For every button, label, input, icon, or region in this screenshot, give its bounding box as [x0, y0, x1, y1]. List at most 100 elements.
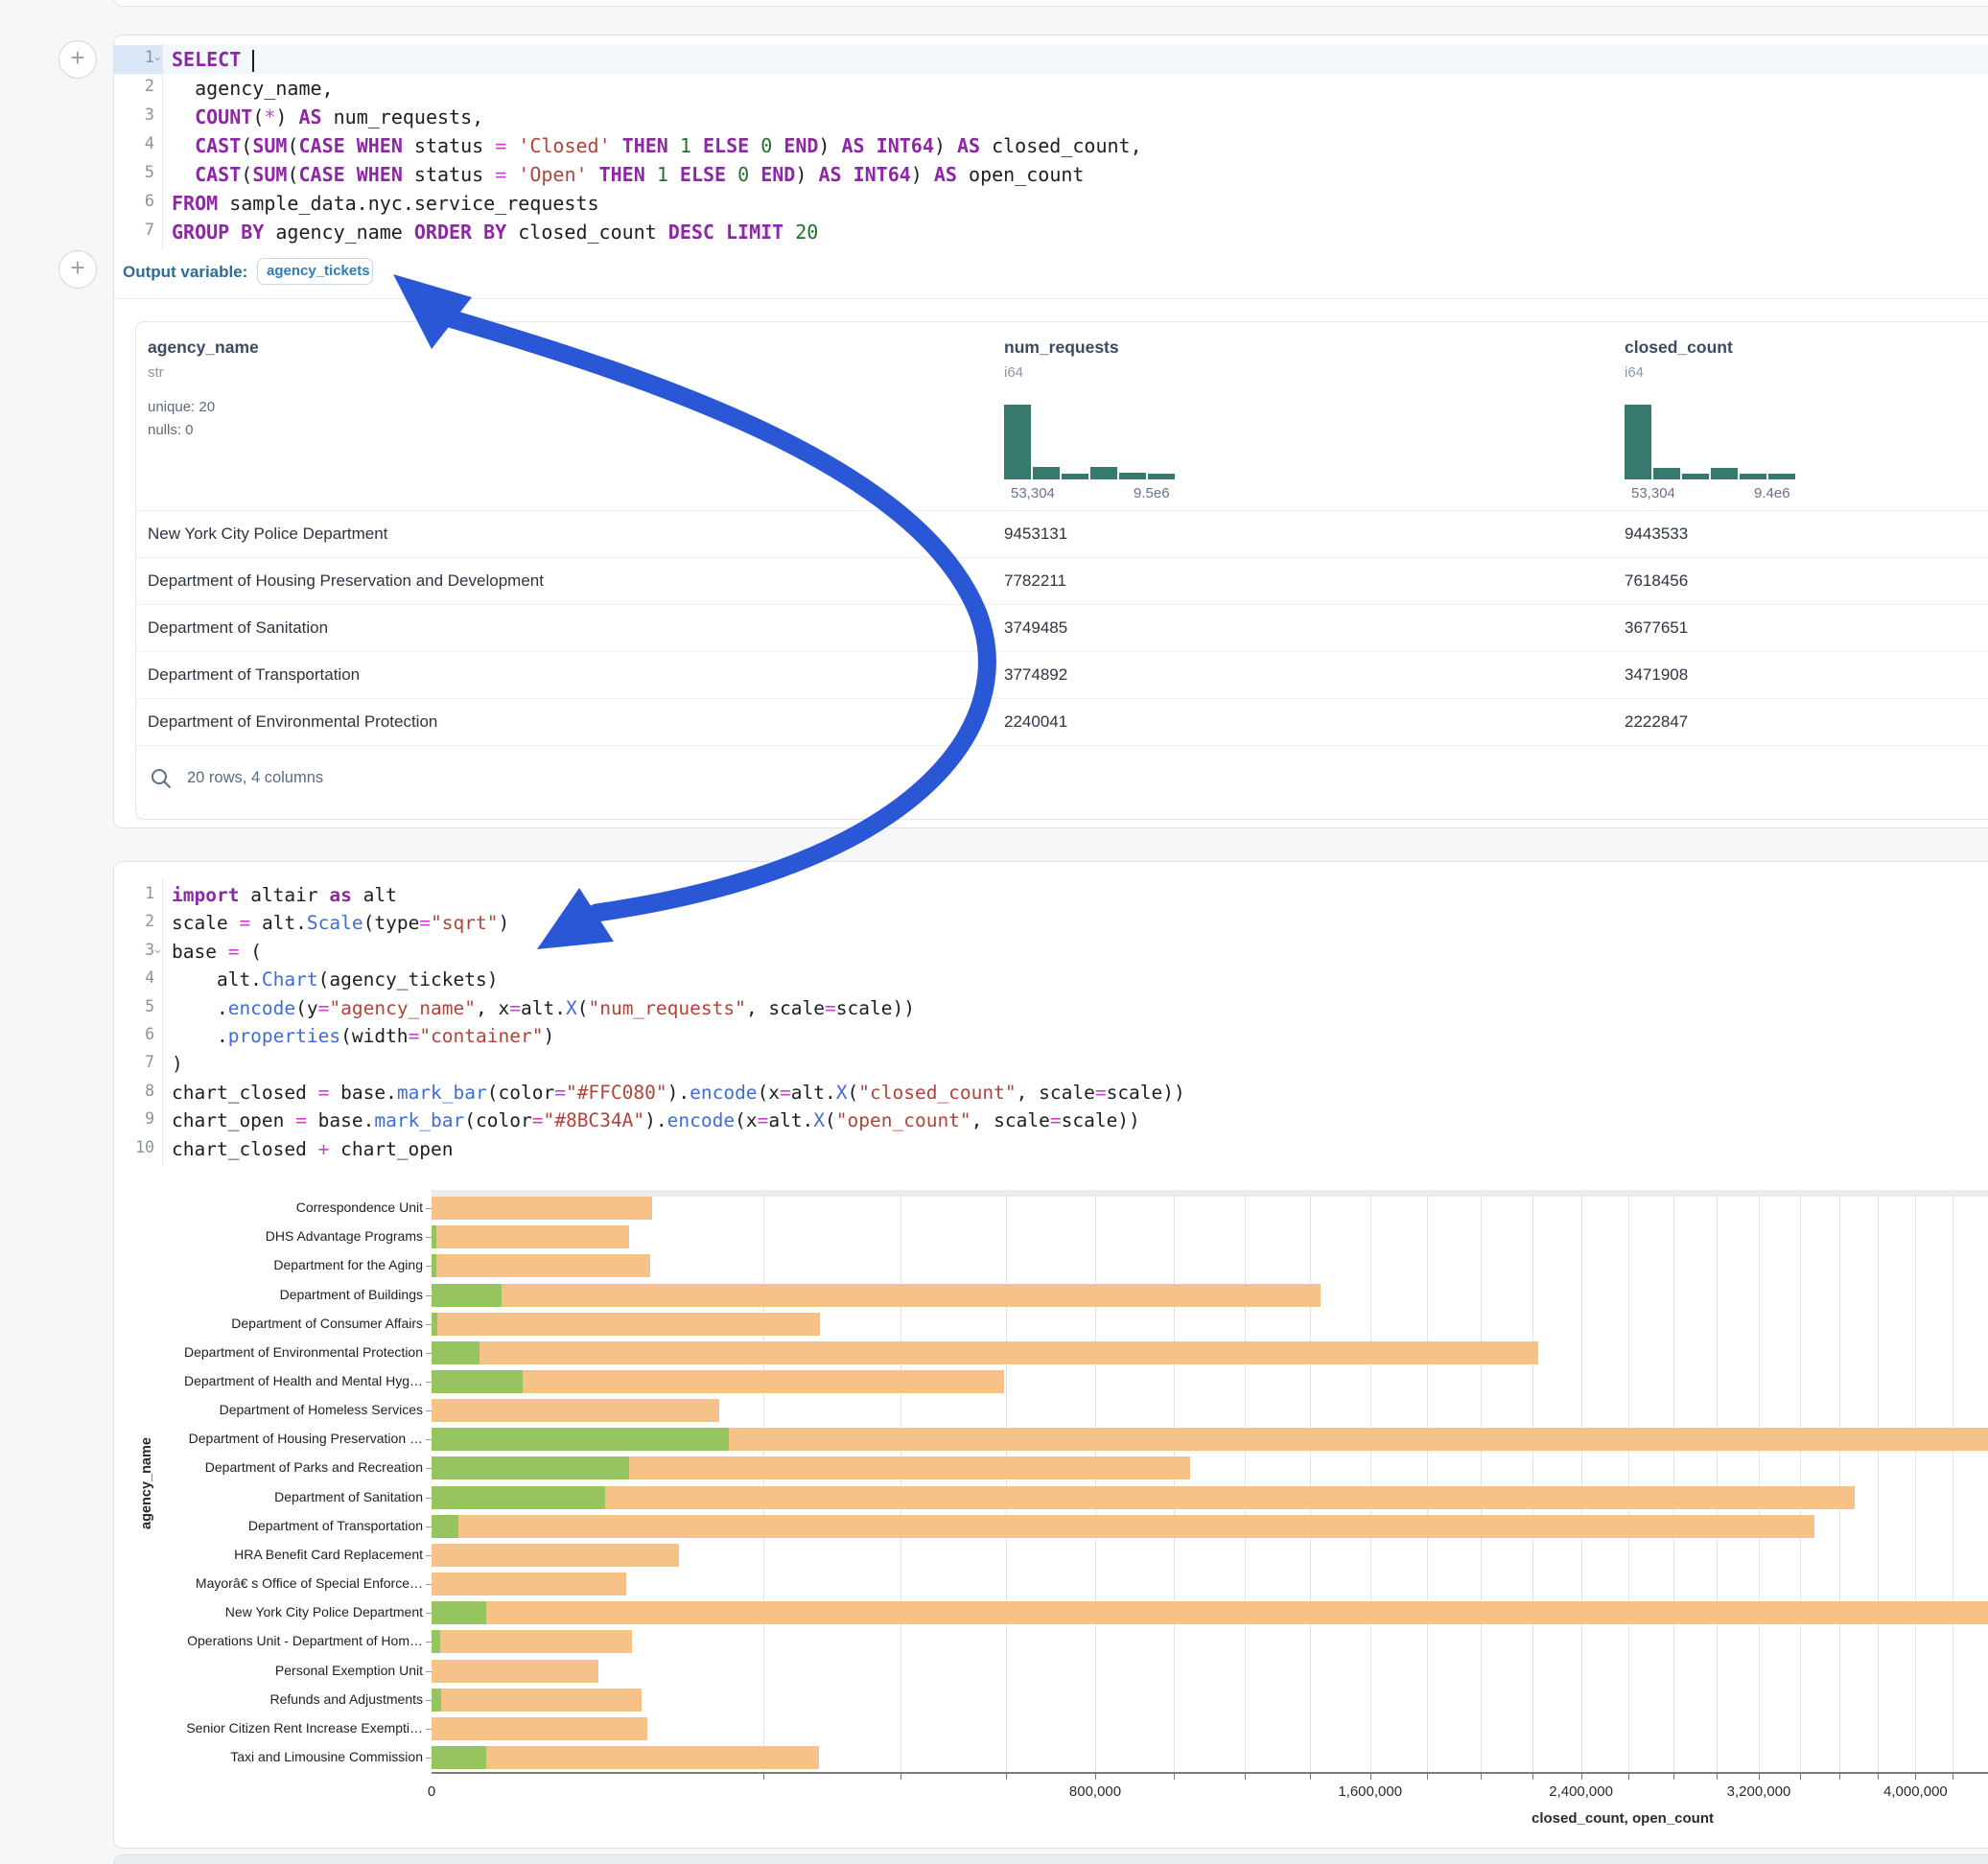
- table-row-count[interactable]: 20 rows, 4 columns: [187, 769, 323, 787]
- bar-closed-count: [432, 1717, 647, 1740]
- code-line[interactable]: FROM sample_data.nyc.service_requests: [172, 189, 599, 218]
- table-cell: Department of Sanitation: [148, 618, 328, 638]
- code-line[interactable]: .encode(y="agency_name", x=alt.X("num_re…: [172, 994, 915, 1022]
- bar-open-count: [432, 1284, 502, 1307]
- bar-closed-count: [432, 1313, 820, 1336]
- histogram-max-label-num: 9.5e6: [1134, 485, 1170, 501]
- code-line[interactable]: chart_open = base.mark_bar(color="#8BC34…: [172, 1107, 1140, 1134]
- gridline: [1310, 1194, 1311, 1772]
- line-number: 1: [120, 48, 154, 67]
- histogram-bar: [1062, 474, 1088, 479]
- bar-closed-count: [432, 1601, 1988, 1624]
- y-axis-label: Department of Buildings: [106, 1287, 423, 1302]
- x-axis-tick: [1839, 1774, 1840, 1780]
- output-variable-pill[interactable]: agency_tickets: [257, 258, 373, 285]
- y-axis-label: Department of Consumer Affairs: [106, 1316, 423, 1331]
- y-axis-title: agency_name: [139, 1437, 154, 1529]
- code-line[interactable]: COUNT(*) AS num_requests,: [172, 103, 483, 131]
- add-cell-button-output[interactable]: +: [58, 250, 97, 289]
- row-separator: [136, 510, 1988, 511]
- y-axis-label: HRA Benefit Card Replacement: [106, 1547, 423, 1562]
- histogram-bar: [1768, 474, 1795, 479]
- code-line[interactable]: CAST(SUM(CASE WHEN status = 'Closed' THE…: [172, 131, 1142, 160]
- bar-open-count: [432, 1341, 479, 1364]
- collapse-chevron-icon[interactable]: ⌄: [152, 49, 163, 64]
- x-axis-tick: [1915, 1774, 1916, 1780]
- bar-closed-count: [432, 1515, 1814, 1538]
- code-line[interactable]: base = (: [172, 938, 262, 966]
- gridline: [1915, 1194, 1916, 1772]
- bar-open-count: [432, 1486, 605, 1509]
- code-line[interactable]: CAST(SUM(CASE WHEN status = 'Open' THEN …: [172, 160, 1084, 189]
- table-cell: Department of Housing Preservation and D…: [148, 571, 544, 591]
- gridline: [1174, 1194, 1175, 1772]
- x-axis-tick: [1481, 1774, 1482, 1780]
- histogram-bar: [1740, 474, 1766, 479]
- gridline: [1673, 1194, 1674, 1772]
- bar-closed-count: [432, 1573, 626, 1596]
- line-number: 2: [120, 77, 154, 96]
- row-separator: [136, 745, 1988, 746]
- code-line[interactable]: alt.Chart(agency_tickets): [172, 966, 498, 993]
- gutter-separator-py: [162, 877, 163, 1165]
- gridline: [1245, 1194, 1246, 1772]
- histogram-bar: [1682, 474, 1709, 479]
- bar-open-count: [432, 1370, 523, 1393]
- add-cell-button-top[interactable]: +: [58, 40, 97, 79]
- code-line[interactable]: ): [172, 1050, 183, 1078]
- x-axis-line: [432, 1772, 1988, 1774]
- table-cell: Department of Environmental Protection: [148, 712, 437, 732]
- x-axis-tick: [1673, 1774, 1674, 1780]
- line-number: 4: [120, 134, 154, 153]
- gridline: [1006, 1194, 1007, 1772]
- y-axis-label: Department of Homeless Services: [106, 1402, 423, 1417]
- x-axis-tick: [1006, 1774, 1007, 1780]
- table-cell: 3677651: [1625, 618, 1688, 638]
- x-axis-tick: [1245, 1774, 1246, 1780]
- column-header-num-requests: num_requests: [1004, 338, 1119, 358]
- line-number: 7: [120, 1053, 154, 1071]
- x-axis-tick: [1581, 1774, 1582, 1780]
- sql-cell-card: 1⌄SELECT 2 agency_name,3 COUNT(*) AS num…: [113, 35, 1988, 828]
- line-number: 1: [120, 884, 154, 902]
- table-cell: 7782211: [1004, 571, 1066, 591]
- code-line[interactable]: .properties(width="container"): [172, 1022, 554, 1050]
- x-axis-tick-label: 4,000,000: [1883, 1783, 1948, 1800]
- bar-open-count: [432, 1254, 436, 1277]
- search-icon[interactable]: [150, 767, 173, 790]
- x-axis-tick: [1878, 1774, 1879, 1780]
- bar-closed-count: [432, 1254, 650, 1277]
- y-axis-label: Department for the Aging: [106, 1257, 423, 1272]
- table-cell: 7618456: [1625, 571, 1688, 591]
- line-number: 9: [120, 1109, 154, 1128]
- table-cell: Department of Transportation: [148, 665, 360, 685]
- code-line[interactable]: import altair as alt: [172, 881, 397, 909]
- y-axis-label: Taxi and Limousine Commission: [106, 1749, 423, 1764]
- line-number: 3: [120, 941, 154, 959]
- column-stat-unique: unique: 20: [148, 399, 215, 415]
- row-separator: [136, 651, 1988, 652]
- code-line[interactable]: agency_name,: [172, 74, 334, 103]
- x-axis-tick: [1717, 1774, 1718, 1780]
- code-line[interactable]: SELECT: [172, 45, 254, 74]
- histogram-bar: [1090, 467, 1117, 479]
- code-line[interactable]: scale = alt.Scale(type="sqrt"): [172, 909, 509, 937]
- histogram-max-label-closed: 9.4e6: [1754, 485, 1790, 501]
- gridline: [1581, 1194, 1582, 1772]
- collapse-chevron-icon[interactable]: ⌄: [152, 942, 163, 957]
- code-line[interactable]: chart_closed = base.mark_bar(color="#FFC…: [172, 1079, 1185, 1107]
- histogram-bar: [1653, 468, 1680, 479]
- bar-closed-count: [432, 1746, 819, 1769]
- bar-open-count: [432, 1456, 629, 1480]
- x-axis-tick-label: 0: [428, 1783, 435, 1800]
- cell-divider: [114, 298, 1988, 299]
- code-line[interactable]: GROUP BY agency_name ORDER BY closed_cou…: [172, 218, 818, 246]
- code-line[interactable]: chart_closed + chart_open: [172, 1135, 454, 1163]
- histogram-bar: [1711, 468, 1738, 479]
- histogram-bar: [1148, 474, 1175, 479]
- bar-open-count: [432, 1428, 729, 1451]
- row-separator: [136, 698, 1988, 699]
- column-type-agency-name: str: [148, 364, 164, 381]
- gridline: [1759, 1194, 1760, 1772]
- result-table: agency_name str unique: 20 nulls: 0 num_…: [135, 321, 1988, 820]
